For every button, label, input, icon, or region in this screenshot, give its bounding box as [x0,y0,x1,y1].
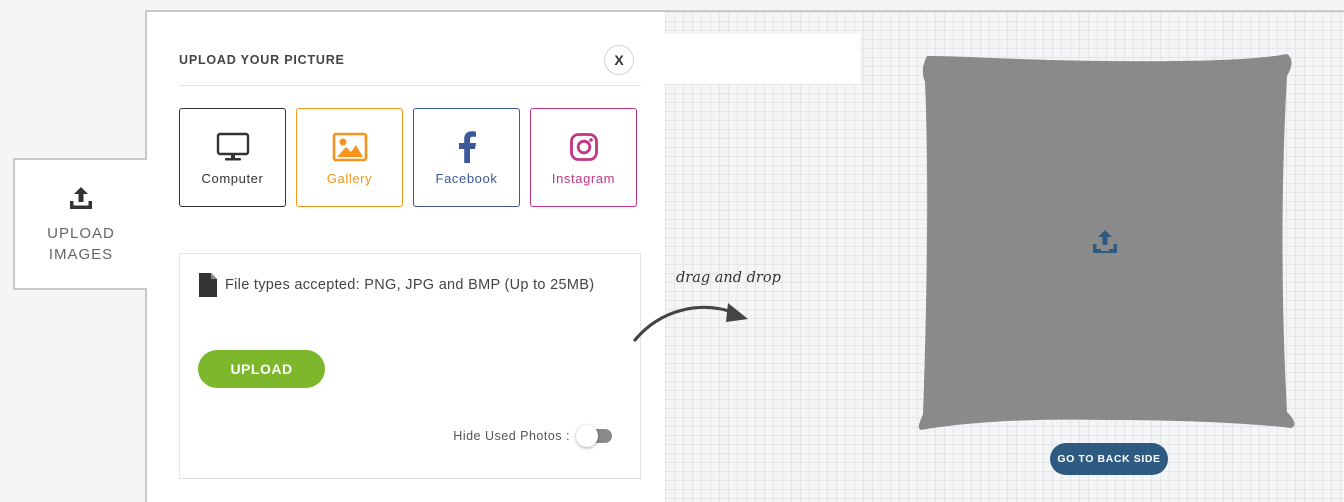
instagram-icon [566,129,602,165]
close-button[interactable]: X [604,45,634,75]
upload-icon [70,187,92,209]
source-facebook-label: Facebook [435,171,498,186]
upload-panel: UPLOAD YOUR PICTURE X Computer Gallery F… [157,34,665,502]
hide-used-photos-row: Hide Used Photos : [453,425,612,447]
file-types-info: File types accepted: PNG, JPG and BMP (U… [198,273,594,297]
toolbar-strip [665,34,860,84]
source-facebook[interactable]: Facebook [413,108,520,207]
file-types-text: File types accepted: PNG, JPG and BMP (U… [225,277,595,293]
go-to-back-side-button[interactable]: GO TO BACK SIDE [1050,443,1168,475]
upload-tab-line2: IMAGES [48,246,114,263]
source-gallery[interactable]: Gallery [296,108,403,207]
drag-and-drop-hint: drag and drop [676,270,781,286]
curved-arrow-icon [633,303,748,342]
source-gallery-label: Gallery [326,171,373,186]
image-icon [332,129,368,165]
file-icon [199,273,217,297]
facebook-icon [449,129,485,165]
toggle-knob [576,425,598,447]
source-computer-label: Computer [201,171,264,186]
hide-used-photos-toggle[interactable] [576,425,612,447]
panel-divider [179,85,641,86]
upload-button[interactable]: UPLOAD [198,350,325,388]
source-instagram[interactable]: Instagram [530,108,637,207]
hide-used-photos-label: Hide Used Photos : [453,429,570,443]
drop-zone[interactable]: File types accepted: PNG, JPG and BMP (U… [179,253,641,479]
monitor-icon [215,129,251,165]
upload-tab-label: UPLOAD IMAGES [47,223,115,265]
product-upload-icon[interactable] [1090,228,1120,256]
source-instagram-label: Instagram [551,171,616,186]
upload-images-tab[interactable]: UPLOAD IMAGES [13,158,147,290]
source-computer[interactable]: Computer [179,108,286,207]
upload-tab-line1: UPLOAD [47,225,115,242]
panel-title: UPLOAD YOUR PICTURE [179,53,345,67]
